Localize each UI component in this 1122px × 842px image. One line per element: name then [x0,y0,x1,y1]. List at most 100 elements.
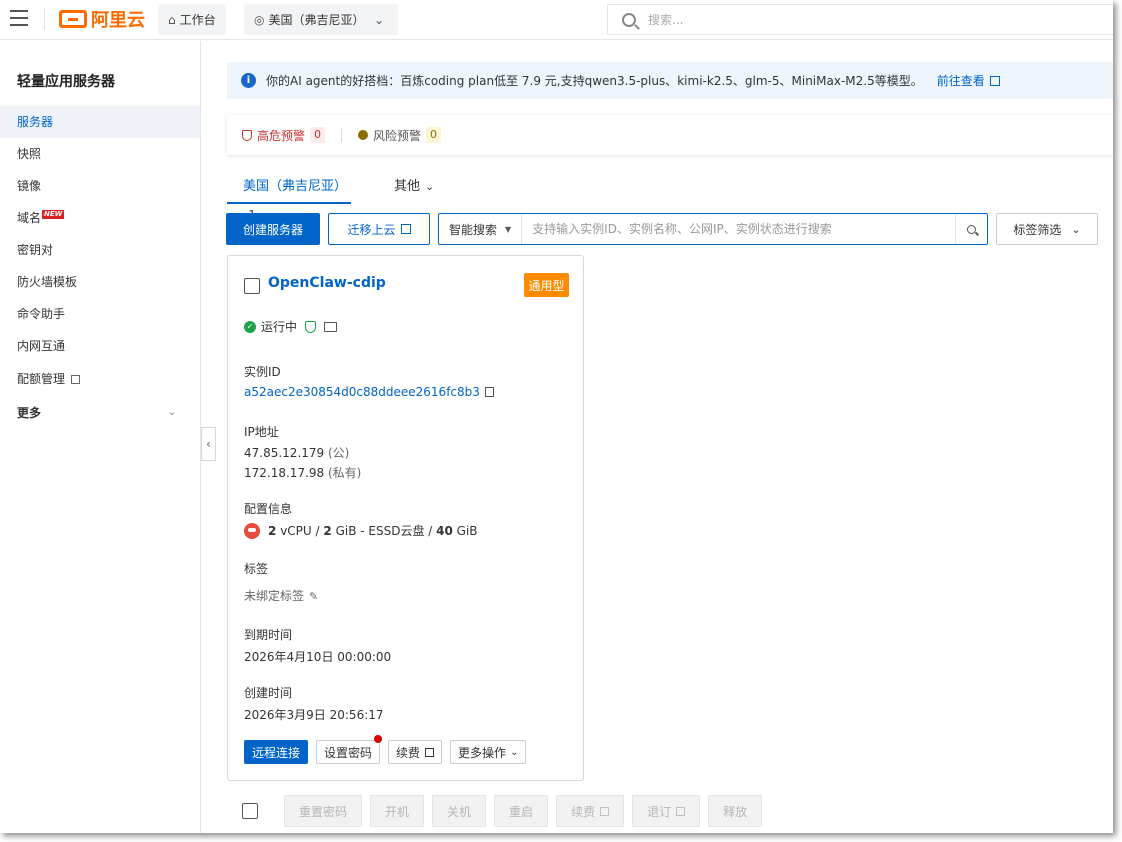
notice-link-label: 前往查看 [936,74,985,88]
remote-connect-button[interactable]: 远程连接 [244,740,309,764]
external-link-icon [400,224,411,234]
sidebar-item-domains[interactable]: 域名 NEW [0,202,200,234]
batch-renew-button[interactable]: 续费 [556,795,625,827]
instance-search: 智能搜索 ▼ [438,213,988,245]
search-icon [967,224,976,234]
set-password-button[interactable]: 设置密码 [316,735,383,764]
notice-link[interactable]: 前往查看 [937,72,1000,89]
sidebar-item-quota[interactable]: 配额管理 [0,363,200,395]
tab-label: 其他 [394,179,421,194]
menu-icon[interactable] [10,10,28,26]
private-ip-text: 172.18.17.98 [244,466,325,480]
edit-icon[interactable]: ✎ [309,590,318,603]
workbench-button[interactable]: ⌂ 工作台 [158,4,226,35]
migrate-button[interactable]: 迁移上云 [328,213,430,245]
cpu-unit: vCPU / [280,524,320,538]
promo-notice: i 你的AI agent的好搭档：百炼coding plan低至 7.9 元,支… [227,62,1113,99]
disk-unit: GiB [456,524,478,538]
expire-label: 到期时间 [244,628,293,642]
server-card: OpenClaw-cdip 通用型 ✓ 运行中 实例ID a52aec2e308… [227,255,584,781]
chevron-down-icon: ⌄ [425,180,435,193]
caret-down-icon: ▼ [505,224,512,234]
search-icon [622,12,636,27]
instance-id-value[interactable]: a52aec2e30854d0c88ddeee2616fc8b3 [244,385,494,399]
external-link-icon [676,806,686,816]
brand-logo[interactable]: 阿里云 [59,6,145,32]
search-button[interactable] [955,214,987,244]
divider [341,128,343,142]
instance-id-text: a52aec2e30854d0c88ddeee2616fc8b3 [244,385,480,399]
renew-button[interactable]: 续费 [388,740,443,764]
cpu-count: 2 [268,524,277,538]
instance-type-badge: 通用型 [524,273,569,297]
sidebar-item-intranet[interactable]: 内网互通 [0,330,200,362]
high-risk-label: 高危预警 [257,128,306,143]
aliyun-logo-icon [59,10,87,28]
stop-button[interactable]: 关机 [432,795,487,827]
set-password-label: 设置密码 [324,745,373,760]
migrate-label: 迁移上云 [347,222,396,237]
more-actions-label: 更多操作 [458,745,507,760]
console-window: 阿里云 ⌂ 工作台 ◎ 美国（弗吉尼亚） ⌄ 搜索... 轻量应用服务器 服务器… [0,0,1113,833]
notification-dot [374,735,383,743]
reset-password-button[interactable]: 重置密码 [284,795,363,827]
unsubscribe-button[interactable]: 退订 [632,795,701,827]
select-all-checkbox[interactable] [242,803,258,819]
search-mode-select[interactable]: 智能搜索 ▼ [439,214,523,244]
region-label: 美国（弗吉尼亚） [268,13,365,27]
sidebar-item-label: 防火墙模板 [17,275,78,289]
external-link-icon [425,747,435,757]
risk-alert[interactable]: 风险预警 0 [358,127,442,144]
global-search[interactable]: 搜索... [607,4,1113,35]
sidebar-item-keypairs[interactable]: 密钥对 [0,234,200,266]
tags-value: 未绑定标签 ✎ [244,587,318,604]
chevron-down-icon: ⌄ [167,407,176,418]
instance-config-icon [244,523,260,539]
sidebar-item-snapshots[interactable]: 快照 [0,138,200,170]
sidebar-collapse-button[interactable]: ‹ [201,427,216,461]
public-ip-tag: (公) [327,446,350,460]
create-server-button[interactable]: 创建服务器 [226,213,320,245]
restart-button[interactable]: 重启 [494,795,549,827]
sidebar-item-firewall-templates[interactable]: 防火墙模板 [0,266,200,298]
monitor-icon[interactable] [324,321,338,332]
tab-other[interactable]: 其他 ⌄ [394,172,434,204]
chevron-down-icon: ⌄ [373,12,384,27]
release-button[interactable]: 释放 [708,795,763,827]
instance-search-input[interactable] [522,214,955,244]
region-selector[interactable]: ◎ 美国（弗吉尼亚） ⌄ [244,4,398,35]
sidebar-item-label: 命令助手 [17,307,66,321]
card-actions: 远程连接 设置密码 续费 更多操作 ⌄ [244,735,527,764]
batch-renew-label: 续费 [571,804,596,819]
server-select-checkbox[interactable] [244,278,260,294]
private-ip-tag: (私有) [327,466,362,480]
public-ip: 47.85.12.179 (公) [244,444,349,461]
tab-virginia[interactable]: 美国（弗吉尼亚）1 [227,172,351,224]
shield-icon[interactable] [305,320,317,333]
sidebar-item-servers[interactable]: 服务器 [0,106,200,138]
server-name-link[interactable]: OpenClaw-cdip [268,275,386,291]
risk-count: 0 [426,127,442,143]
brand-name: 阿里云 [91,10,145,31]
info-icon: i [241,73,256,88]
tag-filter-button[interactable]: 标签筛选 ⌄ [996,213,1098,245]
renew-label: 续费 [396,745,421,760]
shield-icon [242,129,252,141]
disk-size: 40 [436,524,453,538]
tab-label: 美国（弗吉尼亚） [243,179,348,194]
search-mode-label: 智能搜索 [449,222,498,237]
status-text: 运行中 [261,320,298,334]
sidebar-item-command-assistant[interactable]: 命令助手 [0,298,200,330]
ip-label: IP地址 [244,425,279,439]
high-risk-alert[interactable]: 高危预警 0 [242,127,326,144]
copy-icon[interactable] [484,387,494,397]
more-actions-button[interactable]: 更多操作 ⌄ [450,740,527,764]
created-label: 创建时间 [244,686,293,700]
chevron-down-icon: ⌄ [510,746,519,758]
tags-label: 标签 [244,562,269,576]
sidebar-item-more[interactable]: 更多 ⌄ [0,397,200,429]
public-ip-text: 47.85.12.179 [244,446,325,460]
workbench-label: 工作台 [179,13,216,27]
sidebar-item-images[interactable]: 镜像 [0,170,200,202]
start-button[interactable]: 开机 [370,795,425,827]
